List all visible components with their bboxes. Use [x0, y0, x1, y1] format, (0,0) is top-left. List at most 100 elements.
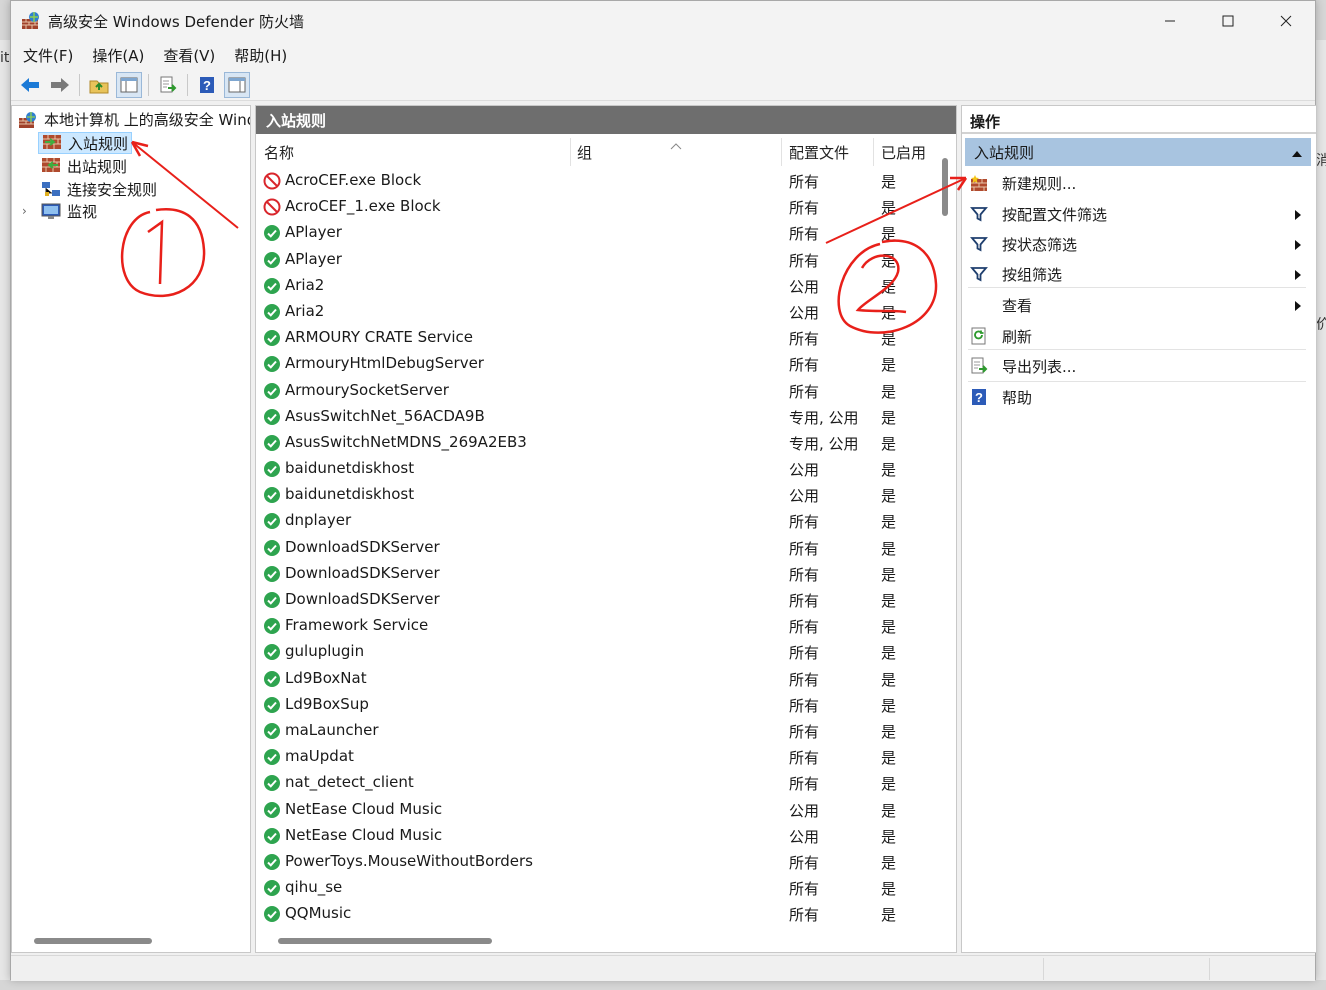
action-filter-by-state[interactable]: 按状态筛选: [970, 230, 1310, 258]
table-row[interactable]: NetEase Cloud Music 公用 是: [256, 797, 936, 823]
status-cell: [1043, 958, 1044, 980]
action-export-list[interactable]: 导出列表...: [970, 352, 1310, 380]
rule-name: baidunetdiskhost: [285, 459, 415, 478]
column-header-group[interactable]: 组: [577, 142, 592, 163]
column-headers: 名称 组 配置文件 已启用: [256, 138, 936, 166]
table-row[interactable]: Aria2 公用 是: [256, 299, 936, 325]
rule-profile: 公用: [789, 277, 820, 296]
action-label: 查看: [1002, 296, 1033, 315]
tree-horizontal-scrollbar[interactable]: [34, 938, 152, 944]
rule-enabled: 是: [881, 382, 897, 401]
table-row[interactable]: ArmouryHtmlDebugServer 所有 是: [256, 351, 936, 377]
table-row[interactable]: Ld9BoxNat 所有 是: [256, 666, 936, 692]
action-help[interactable]: ? 帮助: [970, 383, 1310, 411]
help-icon[interactable]: ?: [194, 72, 220, 98]
action-label: 按组筛选: [1002, 265, 1063, 284]
table-row[interactable]: ArmourySocketServer 所有 是: [256, 378, 936, 404]
rule-profile: 所有: [789, 618, 820, 637]
column-header-enabled[interactable]: 已启用: [881, 142, 926, 163]
table-row[interactable]: baidunetdiskhost 公用 是: [256, 456, 936, 482]
rule-enabled: 是: [881, 173, 897, 191]
action-view[interactable]: 查看: [970, 291, 1310, 319]
table-row[interactable]: ARMOURY CRATE Service 所有 是: [256, 325, 936, 351]
actions-section-inbound-rules[interactable]: 入站规则: [965, 138, 1311, 166]
rule-name: Aria2: [285, 275, 325, 294]
table-row[interactable]: maUpdat 所有 是: [256, 744, 936, 770]
maximize-button[interactable]: [1199, 1, 1257, 41]
menu-help[interactable]: 帮助(H): [234, 43, 287, 68]
column-divider[interactable]: [570, 138, 571, 166]
column-header-name[interactable]: 名称: [264, 142, 294, 163]
table-row[interactable]: Aria2 公用 是: [256, 273, 936, 299]
close-button[interactable]: [1257, 1, 1315, 41]
table-row[interactable]: baidunetdiskhost 公用 是: [256, 482, 936, 508]
tree-item-connection-security-rules[interactable]: 连接安全规则: [38, 178, 160, 200]
rule-profile: 专用, 公用: [789, 434, 859, 453]
title-bar[interactable]: 高级安全 Windows Defender 防火墙: [11, 1, 1315, 41]
forward-arrow-icon[interactable]: [47, 72, 73, 98]
table-row[interactable]: maLauncher 所有 是: [256, 718, 936, 744]
collapse-caret-icon[interactable]: [1291, 145, 1303, 163]
menu-file[interactable]: 文件(F): [23, 43, 73, 68]
table-row[interactable]: QQMusic 所有 是: [256, 901, 936, 927]
rule-name: Aria2: [285, 301, 325, 320]
table-row[interactable]: APlayer 所有 是: [256, 247, 936, 273]
rule-name: ARMOURY CRATE Service: [285, 328, 474, 347]
menu-view[interactable]: 查看(V): [163, 43, 215, 68]
table-row[interactable]: Framework Service 所有 是: [256, 613, 936, 639]
action-label: 帮助: [1002, 388, 1033, 407]
menu-action[interactable]: 操作(A): [92, 43, 144, 68]
table-row[interactable]: guluplugin 所有 是: [256, 639, 936, 665]
table-row[interactable]: qihu_se 所有 是: [256, 875, 936, 901]
rules-horizontal-scrollbar[interactable]: [278, 938, 492, 944]
column-divider[interactable]: [781, 138, 782, 166]
rule-profile: 所有: [789, 173, 820, 191]
rule-profile: 所有: [789, 513, 820, 532]
up-folder-icon[interactable]: [86, 72, 112, 98]
table-row[interactable]: AcroCEF.exe Block 所有 是: [256, 168, 936, 194]
submenu-arrow-icon: [1294, 207, 1302, 225]
allow-check-icon: [263, 355, 281, 373]
table-row[interactable]: AsusSwitchNet_56ACDA9B 专用, 公用 是: [256, 404, 936, 430]
tree-item-monitoring[interactable]: 监视: [38, 200, 100, 222]
table-row[interactable]: Ld9BoxSup 所有 是: [256, 692, 936, 718]
table-row[interactable]: DownloadSDKServer 所有 是: [256, 587, 936, 613]
action-filter-by-group[interactable]: 按组筛选: [970, 260, 1310, 288]
rule-profile: 所有: [789, 592, 820, 610]
allow-check-icon: [263, 382, 281, 400]
action-refresh[interactable]: 刷新: [970, 322, 1310, 350]
column-divider[interactable]: [873, 138, 874, 166]
tree-root[interactable]: 本地计算机 上的高级安全 Windo: [18, 109, 250, 130]
table-row[interactable]: AsusSwitchNetMDNS_269A2EB3 专用, 公用 是: [256, 430, 936, 456]
rules-vertical-scrollbar[interactable]: [942, 158, 948, 216]
chevron-right-icon[interactable]: ›: [22, 204, 27, 218]
export-list-icon[interactable]: [155, 72, 181, 98]
rule-profile: 公用: [789, 461, 820, 480]
action-label: 刷新: [1002, 327, 1033, 346]
table-row[interactable]: nat_detect_client 所有 是: [256, 770, 936, 796]
action-new-rule[interactable]: 新建规则...: [970, 169, 1310, 197]
show-hide-tree-icon[interactable]: [116, 71, 142, 98]
tree-item-inbound-rules[interactable]: 入站规则: [38, 132, 133, 154]
table-row[interactable]: DownloadSDKServer 所有 是: [256, 535, 936, 561]
minimize-button[interactable]: [1141, 1, 1199, 41]
action-filter-by-profile[interactable]: 按配置文件筛选: [970, 200, 1310, 228]
rule-enabled: 是: [881, 801, 897, 820]
back-arrow-icon[interactable]: [17, 72, 43, 98]
column-header-profile[interactable]: 配置文件: [789, 142, 849, 163]
background-text-right-2: 价: [1316, 317, 1326, 333]
table-row[interactable]: NetEase Cloud Music 公用 是: [256, 823, 936, 849]
rule-profile: 所有: [789, 696, 820, 715]
table-row[interactable]: PowerToys.MouseWithoutBorders 所有 是: [256, 849, 936, 875]
table-row[interactable]: dnplayer 所有 是: [256, 508, 936, 534]
table-row[interactable]: DownloadSDKServer 所有 是: [256, 561, 936, 587]
table-row[interactable]: AcroCEF_1.exe Block 所有 是: [256, 194, 936, 220]
rule-name: NetEase Cloud Music: [285, 799, 443, 818]
window-title: 高级安全 Windows Defender 防火墙: [48, 13, 304, 31]
rule-name: Framework Service: [285, 616, 429, 635]
tree-item-outbound-rules[interactable]: 出站规则: [38, 155, 130, 177]
actions-pane: 操作 入站规则 新建规则... 按配置文件筛选 按状态筛选 按组筛选 查看 刷新 导出列表.…: [961, 105, 1317, 953]
table-row[interactable]: APlayer 所有 是: [256, 220, 936, 246]
block-icon: [263, 172, 281, 190]
show-hide-action-pane-icon[interactable]: [224, 71, 250, 98]
